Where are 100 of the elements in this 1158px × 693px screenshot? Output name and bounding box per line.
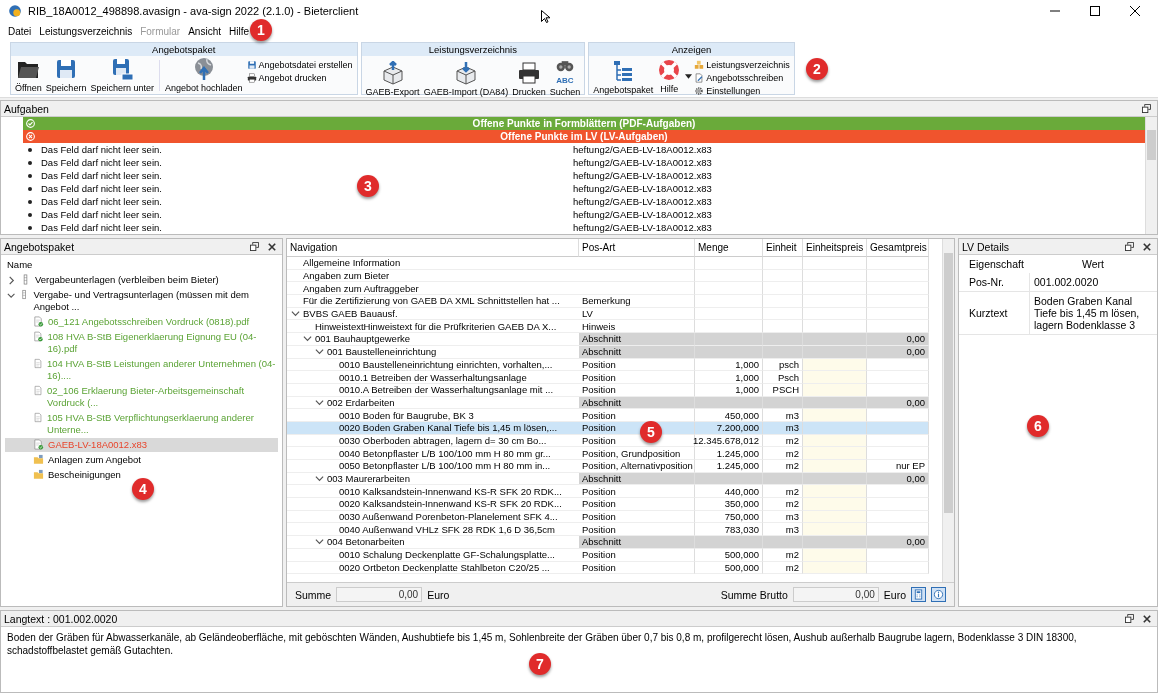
ribbon-small-button[interactable]: Einstellungen: [692, 84, 792, 97]
scrollbar[interactable]: [942, 239, 954, 582]
float-window-icon[interactable]: [1125, 242, 1134, 251]
chevron-down-icon[interactable]: [315, 537, 324, 547]
column-header[interactable]: Gesamtpreis: [867, 239, 929, 257]
chevron-down-icon[interactable]: [315, 347, 324, 357]
tree-row[interactable]: 0020 Ortbeton Deckenplatte Stahlbeton C20/25 ...: [287, 561, 579, 575]
tree-row[interactable]: 001 Baustelleneinrichtung: [287, 345, 579, 359]
task-message: Das Feld darf nicht leer sein.: [41, 222, 162, 233]
column-header[interactable]: Einheitspreis: [803, 239, 867, 257]
currency-label: Euro: [883, 588, 906, 601]
panel-title: Angebotspaket: [4, 240, 75, 253]
ribbon-button[interactable]: Öffnen: [13, 56, 44, 95]
menu-item[interactable]: Hilfe: [229, 25, 249, 37]
chevron-down-icon[interactable]: [315, 474, 324, 484]
table-cell: 1,000: [695, 358, 763, 372]
property-name: Kurztext: [959, 292, 1029, 335]
ribbon-button[interactable]: Angebotspaket: [591, 56, 656, 97]
ribbon-small-button[interactable]: Angebotsschreiben: [692, 71, 792, 84]
column-header[interactable]: Pos-Art: [579, 239, 695, 257]
menu-item[interactable]: Leistungsverzeichnis: [39, 25, 133, 37]
tree-row[interactable]: 0010 Schalung Deckenplatte GF-Schalungsplatte...: [287, 548, 579, 562]
chevron-down-icon[interactable]: [291, 309, 300, 319]
chevron-down-icon[interactable]: [7, 291, 16, 300]
maximize-icon[interactable]: [1090, 6, 1100, 16]
tree-row[interactable]: 0030 Oberboden abtragen, lagern d= 30 cm Bo...: [287, 434, 579, 448]
tree-row[interactable]: 0050 Betonpflaster L/B 100/100 mm H 80 mm in...: [287, 460, 579, 473]
table-cell: [763, 257, 803, 270]
tree-row[interactable]: Angaben zum Auftraggeber: [287, 282, 579, 296]
table-cell: [867, 257, 929, 270]
table-cell: [803, 523, 867, 537]
dropdown-caret-icon[interactable]: [685, 74, 693, 79]
column-header[interactable]: Einheit: [763, 239, 803, 257]
tree-row[interactable]: 004 Betonarbeiten: [287, 536, 579, 549]
ribbon-button[interactable]: ABC Suchen: [547, 56, 583, 99]
scrollbar[interactable]: [1145, 117, 1157, 234]
float-window-icon[interactable]: [250, 242, 259, 251]
ribbon-button[interactable]: GAEB-Import (DA84): [421, 56, 511, 99]
menu-item[interactable]: Datei: [8, 25, 32, 37]
close-icon[interactable]: [1143, 242, 1151, 251]
calculator-button[interactable]: [911, 587, 926, 602]
close-icon[interactable]: [1130, 6, 1140, 16]
row-label: 0020 Kalksandstein-Innenwand KS-R SFK 20 RDK...: [339, 498, 562, 510]
chevron-right-icon[interactable]: [7, 276, 16, 285]
tree-row[interactable]: BVBS GAEB Bauausf.: [287, 307, 579, 321]
ribbon-button[interactable]: Hilfe: [655, 57, 684, 96]
float-window-icon[interactable]: [1125, 614, 1134, 623]
tree-row[interactable]: 0020 Kalksandstein-Innenwand KS-R SFK 20 RDK...: [287, 498, 579, 511]
tree-row[interactable]: 003 Maurerarbeiten: [287, 472, 579, 486]
tree-row[interactable]: 0040 Außenwand VHLz SFK 28 RDK 1,6 D 36,5cm: [287, 523, 579, 537]
tree-row[interactable]: Angaben zum Bieter: [287, 269, 579, 283]
close-icon[interactable]: [268, 242, 276, 251]
tree-row[interactable]: Allgemeine Information: [287, 257, 579, 270]
table-cell: [803, 282, 867, 296]
float-window-icon[interactable]: [1142, 104, 1151, 113]
bullet-icon: [28, 199, 32, 204]
table-cell: Position: [579, 485, 695, 499]
ribbon-group-title: Angebotspaket: [11, 43, 357, 56]
ribbon-button[interactable]: Speichern unter: [88, 56, 156, 95]
currency-label: Euro: [427, 588, 450, 601]
chevron-down-icon[interactable]: [303, 334, 312, 344]
tree-row[interactable]: 0030 Außenwand Porenbeton-Planelement SFK 4...: [287, 510, 579, 524]
tree-row[interactable]: 0010.1 Betreiben der Wasserhaltungsanlage: [287, 371, 579, 384]
table-cell: Position, Alternativposition: [579, 460, 695, 473]
table-cell: Position: [579, 561, 695, 575]
tree-row[interactable]: 0010 Kalksandstein-Innenwand KS-R SFK 20 RDK...: [287, 485, 579, 499]
table-cell: [867, 269, 929, 283]
tree-row[interactable]: 0010.A Betreiben der Wasserhaltungsanlage mit ...: [287, 383, 579, 397]
info-button[interactable]: [931, 587, 946, 602]
tree-item[interactable]: Vergabe- und Vertragsunterlagen (müssen mit dem Angebot ...: [5, 288, 278, 314]
tree-row[interactable]: 0010 Baustelleneinrichtung einrichten, vorhalten,...: [287, 358, 579, 372]
ribbon-button[interactable]: Angebot hochladen: [162, 56, 245, 95]
table-cell: [867, 371, 929, 384]
tree-item[interactable]: Vergabeunterlagen (verbleiben beim Bieter): [5, 273, 278, 287]
chevron-down-icon[interactable]: [315, 397, 324, 407]
row-label: 0040 Betonpflaster L/B 100/100 mm H 80 mm gr...: [339, 447, 551, 459]
ribbon-small-button[interactable]: Angebotsdatei erstellen: [244, 58, 355, 71]
menu-item[interactable]: Ansicht: [188, 25, 221, 37]
row-label: 0020 Boden Graben Kanal Tiefe bis 1,45 m lösen,...: [339, 422, 558, 434]
tree-row[interactable]: 002 Erdarbeiten: [287, 396, 579, 410]
ribbon-small-button[interactable]: Angebot drucken: [244, 71, 355, 84]
column-header[interactable]: Menge: [695, 239, 763, 257]
ribbon-button[interactable]: Speichern: [43, 56, 89, 95]
table-cell: 500,000: [695, 548, 763, 562]
total-label: Summe: [295, 588, 332, 601]
ribbon-small-button[interactable]: Leistungsverzeichnis: [692, 58, 792, 71]
ribbon-button[interactable]: GAEB-Export: [363, 56, 422, 99]
column-header[interactable]: Navigation: [287, 239, 579, 257]
check-circle-icon: [26, 119, 35, 128]
tree-item[interactable]: Anlagen zum Angebot: [5, 453, 278, 467]
close-icon[interactable]: [1143, 614, 1151, 623]
ribbon-button[interactable]: Drucken: [510, 56, 548, 99]
tree-row[interactable]: Für die Zertifizierung von GAEB DA XML Schnittstellen hat ...: [287, 295, 579, 308]
tree-row[interactable]: 001 Bauhauptgewerke: [287, 333, 579, 346]
tree-row[interactable]: 0040 Betonpflaster L/B 100/100 mm H 80 mm gr...: [287, 447, 579, 460]
table-cell: 0,00: [867, 536, 929, 549]
tree-row[interactable]: 0010 Boden für Baugrube, BK 3: [287, 409, 579, 422]
tree-row[interactable]: HinweistextHinweistext für die Prüfkriterien GAEB DA X...: [287, 320, 579, 334]
row-label: 004 Betonarbeiten: [327, 536, 405, 548]
document-check-icon: [33, 331, 44, 342]
